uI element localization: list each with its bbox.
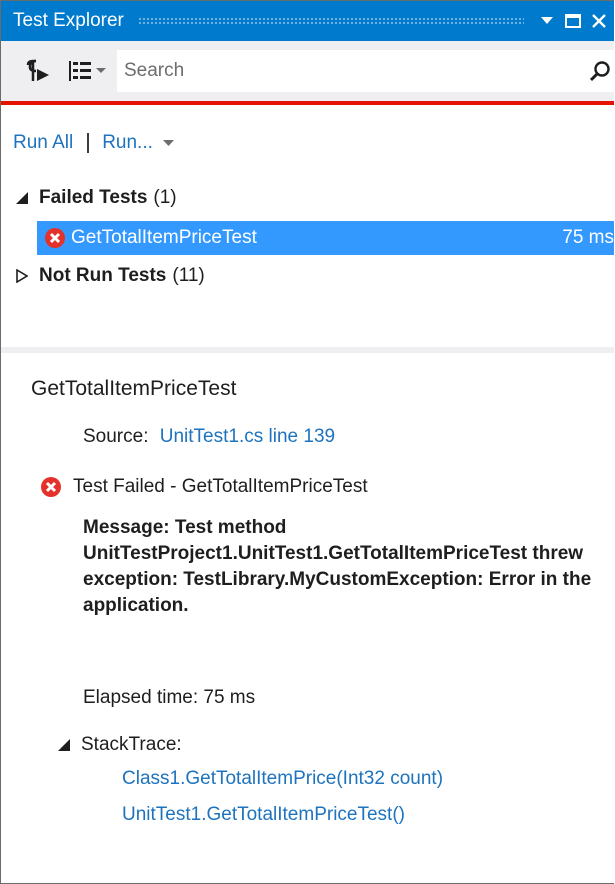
triangle-down-icon: [541, 17, 553, 24]
search-input[interactable]: [118, 55, 587, 87]
search-icon: [589, 61, 610, 82]
window-title: Test Explorer: [13, 10, 124, 31]
toolbar: [1, 41, 614, 101]
stacktrace-link[interactable]: UnitTest1.GetTotalItemPriceTest(): [122, 804, 405, 826]
run-link[interactable]: Run...: [102, 132, 153, 154]
status-bar-failed: [1, 101, 614, 105]
source-label: Source:: [83, 426, 149, 447]
elapsed-time: Elapsed time: 75 ms: [83, 687, 256, 708]
group-by-dropdown[interactable]: [95, 56, 107, 86]
expanded-triangle-icon[interactable]: [57, 738, 71, 752]
run-dropdown[interactable]: [162, 139, 175, 147]
test-duration: 75 ms: [562, 227, 614, 248]
pane-splitter[interactable]: [1, 347, 614, 353]
test-result-row: Test Failed - GetTotalItemPriceTest: [41, 476, 368, 498]
close-icon: [592, 14, 606, 28]
failed-icon: [45, 228, 65, 248]
collapsed-triangle-icon[interactable]: [15, 269, 29, 283]
search-button[interactable]: [587, 56, 613, 86]
group-failed-tests[interactable]: Failed Tests (1): [15, 182, 177, 214]
run-tests-icon: [26, 59, 49, 81]
group-not-run-tests[interactable]: Not Run Tests (11): [15, 260, 205, 292]
maximize-icon: [565, 14, 581, 28]
search-box: [117, 50, 614, 92]
stacktrace-header[interactable]: StackTrace:: [57, 734, 182, 756]
group-name: Failed Tests: [39, 187, 148, 208]
title-grip[interactable]: [137, 17, 524, 25]
maximize-button[interactable]: [562, 1, 584, 41]
run-all-link[interactable]: Run All: [13, 132, 73, 154]
expanded-triangle-icon[interactable]: [15, 191, 29, 205]
chevron-down-icon: [162, 139, 174, 146]
group-count: (11): [172, 265, 205, 286]
group-name: Not Run Tests: [39, 265, 167, 286]
detail-test-title: GetTotalItemPriceTest: [31, 377, 237, 400]
title-bar: Test Explorer: [1, 1, 614, 41]
close-button[interactable]: [588, 1, 610, 41]
test-name: GetTotalItemPriceTest: [71, 227, 257, 248]
test-explorer-window: Test Explorer Search Run All Run... Fail…: [0, 0, 614, 884]
test-item-selected[interactable]: GetTotalItemPriceTest 75 ms: [37, 221, 614, 255]
test-result-text: Test Failed - GetTotalItemPriceTest: [73, 476, 368, 497]
source-link[interactable]: UnitTest1.cs line 139: [160, 426, 335, 447]
command-separator: [87, 133, 90, 153]
failed-icon: [41, 477, 61, 497]
chevron-down-icon: [96, 68, 106, 73]
run-commands: Run All Run...: [13, 132, 175, 154]
window-dropdown-button[interactable]: [536, 1, 558, 41]
run-tests-button[interactable]: [23, 56, 53, 86]
stacktrace-link[interactable]: Class1.GetTotalItemPrice(Int32 count): [122, 768, 443, 790]
source-row: Source: UnitTest1.cs line 139: [83, 426, 335, 448]
group-by-icon: [69, 61, 91, 81]
group-by-button[interactable]: [65, 56, 95, 86]
group-count: (1): [153, 187, 177, 208]
error-message: Message: Test method UnitTestProject1.Un…: [83, 517, 592, 616]
stacktrace-label: StackTrace:: [81, 734, 182, 755]
